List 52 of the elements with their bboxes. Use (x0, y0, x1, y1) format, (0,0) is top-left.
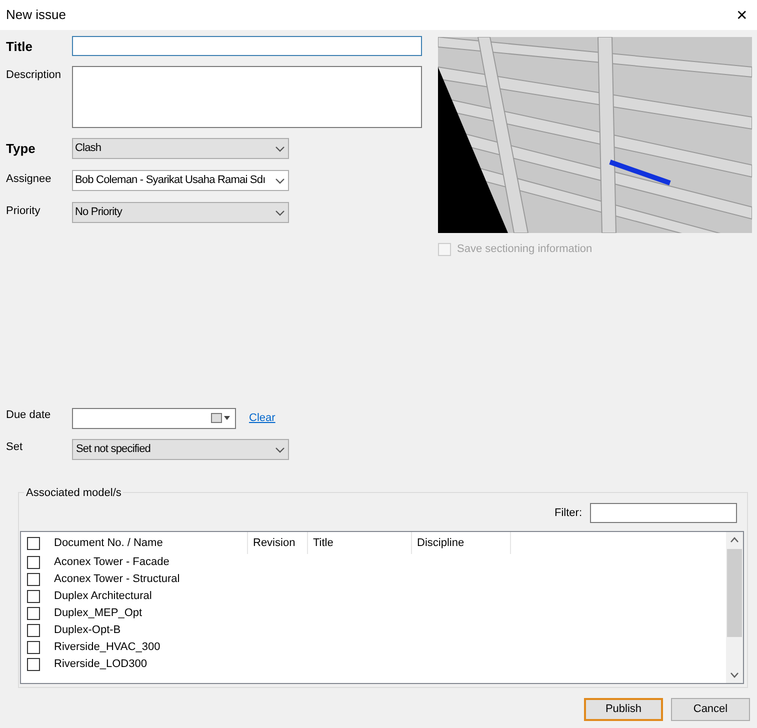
dialog-button[interactable]: Cancel (671, 698, 750, 721)
column-header[interactable]: Revision (248, 532, 308, 554)
field-label: Assignee (6, 172, 52, 187)
dropdown-value: Bob Coleman - Syarikat Usaha Ramai Sdı (75, 173, 266, 188)
set-dropdown[interactable]: Set not specified (72, 439, 289, 460)
model-name: Aconex Tower - Facade (53, 555, 170, 570)
model-name: Aconex Tower - Structural (53, 572, 180, 588)
checkbox[interactable] (27, 658, 40, 671)
chevron-down-icon (275, 146, 285, 152)
calendar-icon (211, 413, 231, 423)
checkbox-label: Save sectioning information (457, 242, 592, 257)
close-button[interactable]: ✕ (735, 4, 749, 26)
column-header[interactable]: Discipline (412, 532, 511, 554)
dropdown[interactable]: Clash (72, 138, 289, 159)
chevron-down-icon (275, 210, 285, 216)
title-field[interactable] (72, 36, 422, 56)
field-label: Title (6, 38, 34, 56)
checkbox[interactable] (27, 573, 40, 586)
description-field[interactable] (72, 66, 422, 128)
model-name: Duplex_MEP_Opt (53, 606, 142, 622)
scroll-thumb[interactable] (727, 549, 742, 637)
dropdown[interactable]: Bob Coleman - Syarikat Usaha Ramai Sdı (72, 170, 289, 191)
clear-link[interactable]: Clear (249, 410, 276, 426)
field-label: Priority (6, 204, 42, 219)
model-name: Duplex-Opt-B (53, 623, 121, 638)
model-name: Duplex Architectural (53, 589, 152, 604)
scrollbar[interactable] (726, 532, 743, 683)
dropdown-value: Clash (75, 141, 102, 156)
field-label: Type (6, 140, 36, 158)
date-picker[interactable] (72, 408, 236, 428)
checkbox[interactable] (27, 607, 40, 620)
checkbox[interactable] (27, 590, 40, 603)
column-header[interactable]: Document No. / Name (49, 532, 248, 554)
column-header[interactable]: Title (308, 532, 412, 554)
dropdown[interactable]: No Priority (72, 202, 289, 223)
dropdown-value: No Priority (75, 205, 122, 220)
field-label: Description (6, 68, 62, 83)
checkbox[interactable] (27, 536, 40, 550)
field-label: Due date (6, 408, 52, 423)
field-label: Set (6, 440, 24, 455)
chevron-down-icon (275, 178, 285, 184)
checkbox[interactable] (27, 624, 40, 637)
checkbox[interactable] (27, 641, 40, 654)
checkbox[interactable] (27, 556, 40, 569)
window-title: New issue (6, 6, 66, 24)
chevron-down-icon (275, 446, 285, 452)
model-name: Riverside_LOD300 (53, 657, 147, 672)
filter-field[interactable] (590, 503, 737, 523)
dropdown-value: Set not specified (76, 442, 151, 458)
dialog-button[interactable]: Publish (584, 698, 663, 721)
model-name: Riverside_HVAC_300 (53, 640, 160, 656)
filter-label: Filter: (554, 506, 582, 521)
